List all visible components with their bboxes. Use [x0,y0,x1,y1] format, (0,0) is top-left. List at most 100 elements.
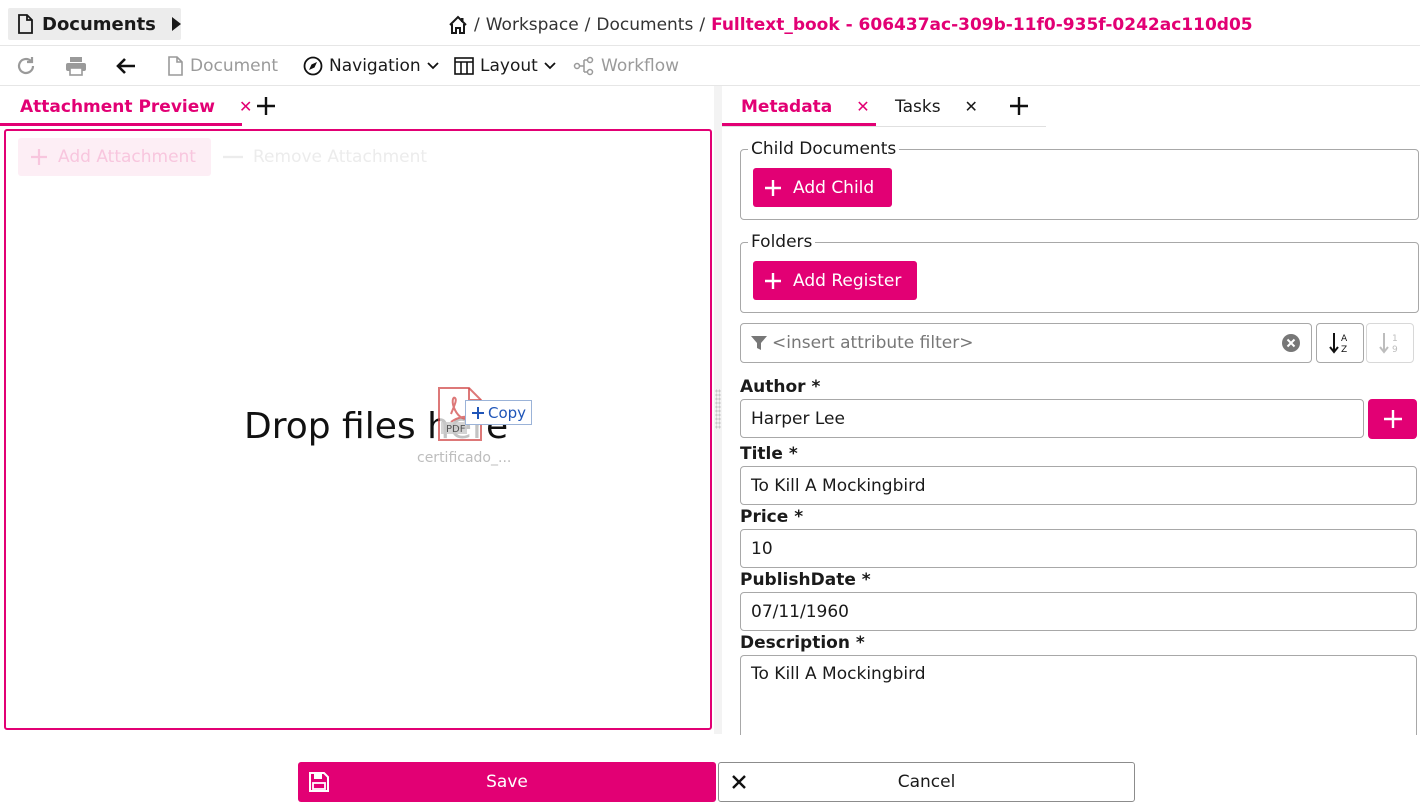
plus-icon [471,406,485,420]
sort-numeric-icon: 19 [1378,331,1402,355]
splitter-grip[interactable] [715,389,721,429]
description-field[interactable]: To Kill A Mockingbird [740,655,1417,735]
workflow-icon [573,56,595,76]
plus-icon [764,179,782,197]
copy-label: Copy [488,403,527,422]
title-label: Title * [740,444,798,464]
active-tab-indicator [722,123,876,126]
breadcrumb-separator: / [584,15,591,35]
publish-date-field[interactable]: 07/11/1960 [740,592,1417,631]
sort-alphabetical-button[interactable]: AZ [1316,323,1364,363]
svg-text:A: A [1341,334,1348,344]
sort-numeric-button[interactable]: 19 [1366,323,1414,363]
tab-tasks[interactable]: Tasks ✕ [895,86,978,127]
print-icon [65,55,87,77]
drag-filename: certificado_... [417,450,512,466]
close-icon [731,774,747,790]
active-tab-indicator [0,123,242,126]
layout-menu-label: Layout [480,56,538,76]
svg-text:9: 9 [1392,345,1398,355]
caret-right-icon [170,16,182,32]
cancel-button[interactable]: Cancel [718,762,1135,802]
add-tab-button[interactable] [256,96,276,116]
plus-icon [1009,96,1029,116]
add-attachment-label: Add Attachment [58,147,196,167]
folders-legend: Folders [751,232,813,252]
left-tab-bar: Attachment Preview ✕ [0,86,715,127]
plus-icon [764,272,782,290]
author-field[interactable]: Harper Lee [740,399,1364,438]
attribute-filter [740,323,1312,363]
tab-label: Metadata [741,96,833,117]
chevron-down-icon [544,62,556,70]
save-label: Save [486,772,528,792]
layout-icon [454,57,474,75]
add-register-button[interactable]: Add Register [753,261,917,300]
minus-icon [223,155,243,159]
layout-menu-button[interactable]: Layout [454,46,556,86]
cancel-label: Cancel [897,772,956,792]
author-label: Author * [740,377,821,397]
remove-attachment-button[interactable]: Remove Attachment [223,138,427,176]
breadcrumb-separator: / [474,15,480,35]
close-icon[interactable]: ✕ [856,97,869,116]
documents-menu-button[interactable]: Documents [8,8,181,40]
document-icon [16,14,34,34]
add-child-button[interactable]: Add Child [753,168,892,207]
save-icon [308,771,330,793]
home-icon[interactable] [448,15,468,35]
close-icon[interactable]: ✕ [965,97,978,116]
chevron-down-icon [427,62,439,70]
back-arrow-icon [115,55,137,77]
svg-text:1: 1 [1392,334,1398,344]
breadcrumb-item-documents[interactable]: Documents [596,15,693,35]
document-menu-label: Document [190,56,279,76]
document-icon [166,56,184,76]
child-documents-legend: Child Documents [751,139,897,159]
svg-text:Z: Z [1341,345,1347,355]
add-attachment-button[interactable]: Add Attachment [18,138,211,176]
drag-copy-badge: Copy [465,400,533,425]
workflow-menu-label: Workflow [601,56,680,76]
refresh-icon [15,55,37,77]
breadcrumb-item-workspace[interactable]: Workspace [486,15,579,35]
breadcrumb-separator: / [699,15,706,35]
back-button[interactable] [115,46,137,86]
navigation-menu-label: Navigation [329,56,421,76]
plus-icon [256,96,276,116]
clear-icon[interactable] [1281,333,1301,353]
plus-icon [1383,409,1403,429]
price-field[interactable]: 10 [740,529,1417,568]
compass-icon [303,56,323,76]
save-button[interactable]: Save [298,762,716,802]
plus-icon [30,148,48,166]
pdf-file-type-label: PDF [446,424,466,435]
documents-menu-label: Documents [42,13,156,35]
document-menu-button[interactable]: Document [166,46,278,86]
tab-attachment-preview[interactable]: Attachment Preview ✕ [20,86,252,127]
toolbar: Document Navigation Layout Workflow [0,46,1420,86]
attribute-filter-input[interactable] [772,333,1272,353]
add-child-label: Add Child [793,177,875,198]
title-field[interactable]: To Kill A Mockingbird [740,466,1417,505]
sort-alpha-icon: AZ [1328,331,1352,355]
breadcrumb: / Workspace / Documents / Fulltext_book … [448,12,1253,38]
print-button[interactable] [65,46,87,86]
navigation-menu-button[interactable]: Navigation [303,46,439,86]
publish-date-label: PublishDate * [740,570,871,590]
right-tab-bar: Metadata ✕ Tasks ✕ [722,86,1046,127]
workflow-menu-button[interactable]: Workflow [573,46,679,86]
add-tab-button[interactable] [1009,96,1029,116]
tab-label: Attachment Preview [20,96,215,117]
price-label: Price * [740,507,804,527]
add-register-label: Add Register [793,270,902,291]
tab-label: Tasks [895,96,941,117]
refresh-button[interactable] [15,46,37,86]
remove-attachment-label: Remove Attachment [253,147,428,167]
description-label: Description * [740,633,865,653]
add-author-button[interactable] [1368,399,1417,439]
breadcrumb-current: Fulltext_book - 606437ac-309b-11f0-935f-… [711,15,1253,35]
close-icon[interactable]: ✕ [239,97,252,116]
tab-metadata[interactable]: Metadata ✕ [741,86,870,127]
filter-icon [750,335,768,351]
